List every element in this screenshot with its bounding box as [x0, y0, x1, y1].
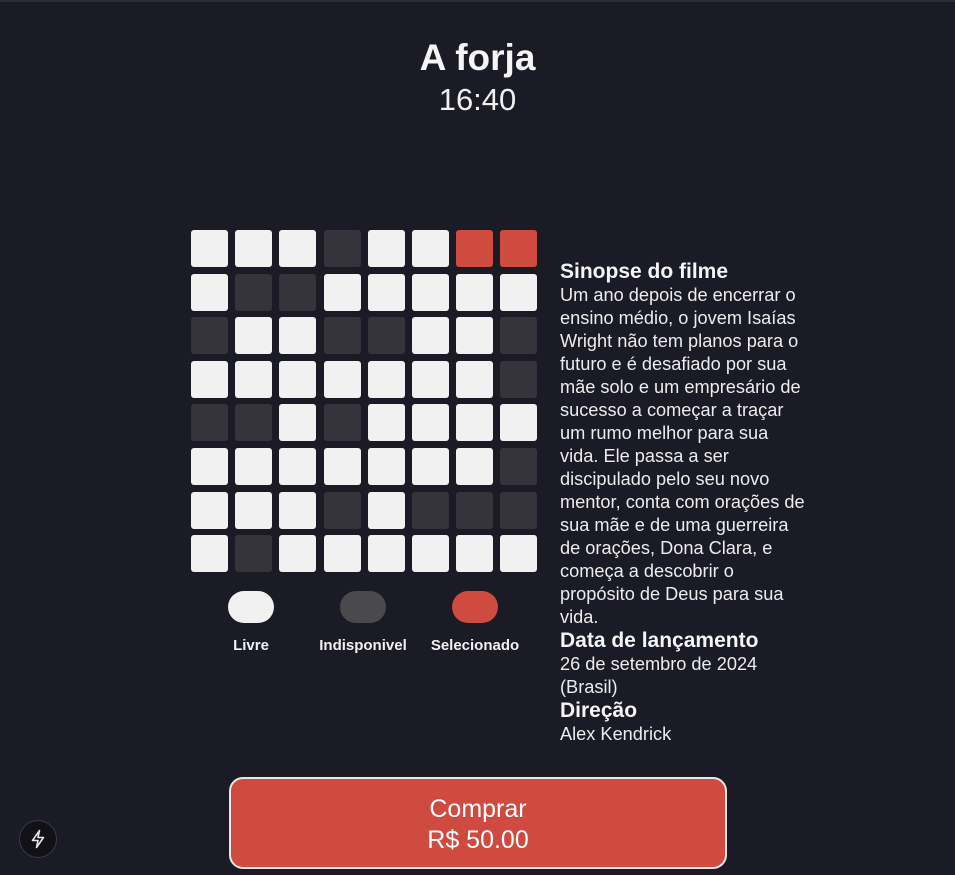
legend-item-free: Livre	[186, 591, 316, 655]
seat-r7-c7	[456, 491, 494, 529]
seat-r3-c2[interactable]	[235, 317, 273, 355]
seat-r2-c3	[279, 273, 317, 311]
legend-swatch-unavailable	[340, 591, 386, 623]
synopsis-heading: Sinopse do filme	[560, 260, 729, 283]
seat-r3-c4	[323, 317, 361, 355]
seat-r7-c2[interactable]	[235, 491, 273, 529]
seat-r2-c8[interactable]	[500, 273, 538, 311]
synopsis-text: Um ano depois de encerrar o ensino médio…	[560, 285, 805, 627]
seat-r2-c1[interactable]	[191, 273, 228, 311]
seat-r2-c7[interactable]	[456, 273, 494, 311]
seat-r8-c5[interactable]	[367, 535, 405, 573]
buy-button[interactable]: Comprar R$ 50.00	[229, 777, 727, 869]
legend-label-free: Livre	[233, 637, 269, 654]
seat-r5-c3[interactable]	[279, 404, 317, 442]
seat-r4-c8	[500, 360, 538, 398]
seat-r4-c2[interactable]	[235, 360, 273, 398]
seat-r8-c6[interactable]	[411, 535, 449, 573]
seat-r8-c7[interactable]	[456, 535, 494, 573]
seat-r7-c1[interactable]	[191, 491, 228, 529]
seat-r6-c1[interactable]	[191, 447, 228, 485]
top-border	[0, 0, 955, 2]
seat-r1-c6[interactable]	[411, 230, 449, 267]
legend-swatch-selected	[452, 591, 498, 623]
seat-r6-c7[interactable]	[456, 447, 494, 485]
seat-r4-c7[interactable]	[456, 360, 494, 398]
release-date: 26 de setembro de 2024 (Brasil)	[560, 654, 758, 697]
header: A forja 16:40	[0, 36, 955, 118]
seat-r6-c8	[500, 447, 538, 485]
seat-r7-c4	[323, 491, 361, 529]
seat-r4-c5[interactable]	[367, 360, 405, 398]
seat-r5-c5[interactable]	[367, 404, 405, 442]
seat-r4-c3[interactable]	[279, 360, 317, 398]
seat-r1-c3[interactable]	[279, 230, 317, 267]
seat-r3-c7[interactable]	[456, 317, 494, 355]
seat-r4-c6[interactable]	[411, 360, 449, 398]
seat-r3-c8	[500, 317, 538, 355]
seat-r1-c8[interactable]	[500, 230, 538, 267]
seat-r8-c8[interactable]	[500, 535, 538, 573]
seat-map	[191, 230, 538, 573]
seat-r8-c1[interactable]	[191, 535, 228, 573]
seat-r5-c1	[191, 404, 228, 442]
seat-r8-c2	[235, 535, 273, 573]
seat-r6-c3[interactable]	[279, 447, 317, 485]
seat-r3-c5	[367, 317, 405, 355]
seat-r1-c7[interactable]	[456, 230, 494, 267]
lightning-bolt-icon	[29, 829, 47, 849]
legend-item-unavailable: Indisponivel	[298, 591, 428, 655]
legend-label-unavailable: Indisponivel	[319, 637, 407, 654]
seat-r3-c1	[191, 317, 228, 355]
direction-heading: Direção	[560, 699, 638, 722]
seat-r4-c4[interactable]	[323, 360, 361, 398]
seat-r2-c2	[235, 273, 273, 311]
seat-r6-c6[interactable]	[411, 447, 449, 485]
seat-r2-c4[interactable]	[323, 273, 361, 311]
seat-r8-c4[interactable]	[323, 535, 361, 573]
seat-r1-c4	[323, 230, 361, 267]
seat-r5-c6[interactable]	[411, 404, 449, 442]
seat-r5-c4	[323, 404, 361, 442]
seat-r8-c3[interactable]	[279, 535, 317, 573]
seat-r7-c3[interactable]	[279, 491, 317, 529]
lightning-bolt-button[interactable]	[19, 820, 57, 858]
buy-button-label: Comprar	[429, 795, 527, 823]
seat-r5-c8[interactable]	[500, 404, 538, 442]
seat-r6-c4[interactable]	[323, 447, 361, 485]
seat-r2-c6[interactable]	[411, 273, 449, 311]
seat-r5-c7[interactable]	[456, 404, 494, 442]
seat-r1-c2[interactable]	[235, 230, 273, 267]
seat-r6-c2[interactable]	[235, 447, 273, 485]
seat-r1-c1[interactable]	[191, 230, 228, 267]
movie-title: A forja	[419, 37, 536, 78]
seat-r7-c6	[411, 491, 449, 529]
session-time: 16:40	[438, 82, 517, 117]
seat-r4-c1[interactable]	[191, 360, 228, 398]
buy-button-price: R$ 50.00	[427, 826, 529, 854]
legend-label-selected: Selecionado	[430, 637, 520, 654]
seat-r7-c5[interactable]	[367, 491, 405, 529]
release-heading: Data de lançamento	[560, 629, 759, 652]
movie-info: Sinopse do filme Um ano depois de encerr…	[560, 260, 805, 746]
seat-r7-c8	[500, 491, 538, 529]
director-name: Alex Kendrick	[560, 724, 672, 744]
seat-r3-c3[interactable]	[279, 317, 317, 355]
legend-swatch-free	[228, 591, 274, 623]
seat-r3-c6[interactable]	[411, 317, 449, 355]
seat-r5-c2	[235, 404, 273, 442]
seat-r6-c5[interactable]	[367, 447, 405, 485]
seat-r1-c5[interactable]	[367, 230, 405, 267]
seat-r2-c5[interactable]	[367, 273, 405, 311]
legend-item-selected: Selecionado	[410, 591, 540, 655]
